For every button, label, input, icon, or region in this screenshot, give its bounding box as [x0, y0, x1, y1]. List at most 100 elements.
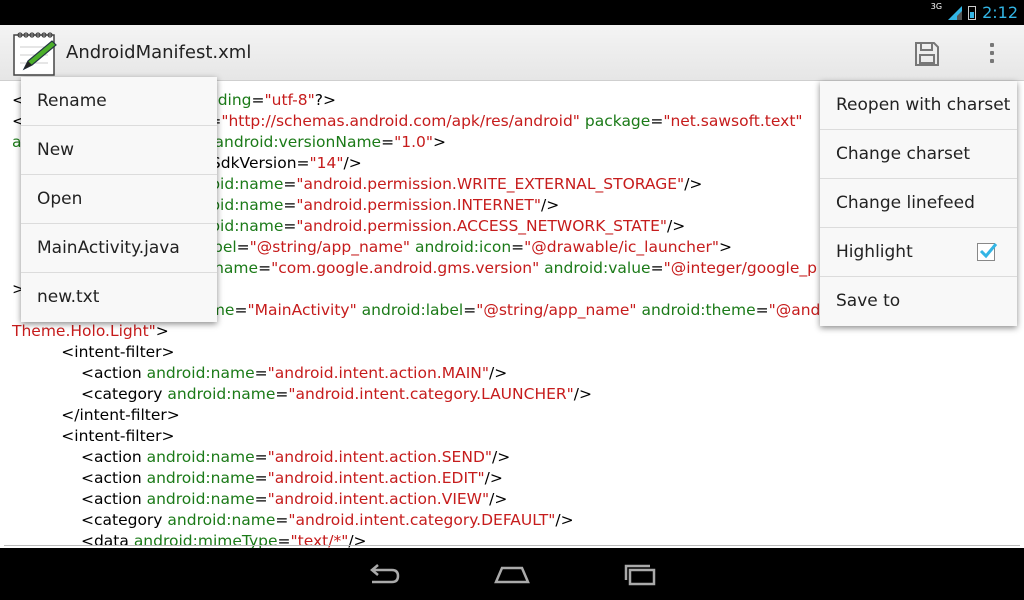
code-token: "android.permission.ACCESS_NETWORK_STATE… — [296, 217, 667, 235]
overflow-menu-icon[interactable] — [980, 39, 1004, 69]
code-token: <category — [12, 385, 168, 403]
code-token: oid:name — [210, 175, 284, 193]
code-token: "@string/app_name" — [249, 238, 411, 256]
code-token: = — [755, 301, 769, 319]
code-token: = — [463, 301, 477, 319]
navigation-bar — [0, 548, 1024, 600]
code-token: </intent-filter> — [12, 406, 180, 424]
code-token: /> — [489, 490, 508, 508]
code-token: "@drawable/ic_launcher" — [524, 238, 719, 256]
code-token: "android.intent.category.DEFAULT" — [288, 511, 556, 529]
code-line[interactable]: <intent-filter> — [12, 342, 820, 363]
back-icon[interactable] — [364, 562, 404, 588]
action-bar: AndroidManifest.xml — [0, 25, 1024, 81]
code-line[interactable]: Theme.Holo.Light"> — [12, 321, 820, 342]
code-token: = — [283, 217, 297, 235]
menu-item-new[interactable]: New — [21, 126, 217, 175]
code-token: ?> — [314, 91, 336, 109]
editor-divider — [4, 545, 1020, 546]
code-token: = — [275, 385, 289, 403]
menu-item-open[interactable]: Open — [21, 175, 217, 224]
code-token: android:value — [544, 259, 651, 277]
code-token: android:icon — [414, 238, 512, 256]
code-token: = — [650, 259, 664, 277]
code-token: package — [584, 112, 651, 130]
code-token: = — [234, 301, 248, 319]
code-token: "android.intent.category.LAUNCHER" — [288, 385, 574, 403]
signal-icon — [948, 5, 963, 20]
code-line[interactable]: <intent-filter> — [12, 426, 820, 447]
code-token: = — [236, 238, 250, 256]
code-token: "android.intent.action.MAIN" — [267, 364, 489, 382]
code-token: android:name — [167, 511, 276, 529]
code-token: /> — [343, 154, 362, 172]
code-token: ding — [217, 91, 252, 109]
floppy-disk-icon[interactable] — [912, 39, 942, 69]
menu-item-rename[interactable]: Rename — [21, 77, 217, 126]
home-icon[interactable] — [492, 562, 532, 588]
code-token: oid:name — [210, 196, 284, 214]
menu-item-recent-file[interactable]: new.txt — [21, 273, 217, 322]
code-token: android:theme — [641, 301, 756, 319]
code-token: SdkVersion — [210, 154, 297, 172]
code-token: /> — [484, 469, 503, 487]
code-token: = — [275, 511, 289, 529]
menu-item-recent-file[interactable]: MainActivity.java — [21, 224, 217, 273]
code-token: name — [214, 259, 259, 277]
code-token: = — [296, 154, 310, 172]
code-token: <action — [12, 364, 147, 382]
code-token: > — [155, 322, 169, 340]
recent-apps-icon[interactable] — [620, 562, 660, 588]
code-token: android:name — [146, 448, 255, 466]
code-token: /> — [684, 175, 703, 193]
code-token: "android.intent.action.VIEW" — [267, 490, 490, 508]
file-title: AndroidManifest.xml — [66, 42, 252, 63]
menu-item-save-to[interactable]: Save to — [820, 277, 1017, 326]
code-token: /> — [492, 448, 511, 466]
menu-item-change-linefeed[interactable]: Change linefeed — [820, 179, 1017, 228]
code-token: "http://schemas.android.com/apk/res/andr… — [221, 112, 580, 130]
highlight-checkbox[interactable] — [977, 243, 998, 261]
code-token: = — [511, 238, 525, 256]
code-line[interactable]: <category android:name="android.intent.c… — [12, 510, 820, 531]
code-token: > — [719, 238, 732, 256]
code-token: "net.sawsoft.text" — [663, 112, 803, 130]
notepad-pencil-icon[interactable] — [12, 31, 60, 77]
code-token: <intent-filter> — [12, 343, 175, 361]
code-token: = — [254, 448, 268, 466]
code-token: = — [251, 91, 265, 109]
code-line[interactable]: <action android:name="android.intent.act… — [12, 447, 820, 468]
menu-item-change-charset[interactable]: Change charset — [820, 130, 1017, 179]
code-token: "android.permission.WRITE_EXTERNAL_STORA… — [296, 175, 685, 193]
code-token: = — [650, 112, 664, 130]
code-line[interactable]: </intent-filter> — [12, 405, 820, 426]
code-token: <action — [12, 469, 147, 487]
battery-icon — [968, 5, 977, 20]
code-token: <action — [12, 448, 147, 466]
menu-item-highlight[interactable]: Highlight — [820, 228, 1017, 277]
code-token: "android.permission.INTERNET" — [296, 196, 542, 214]
code-token: = — [283, 196, 297, 214]
code-token: "@string/app_name" — [476, 301, 637, 319]
code-token: /> — [573, 385, 593, 403]
code-token: /> — [488, 364, 508, 382]
code-token: <intent-filter> — [12, 427, 175, 445]
code-token: /> — [667, 217, 686, 235]
code-line[interactable]: <action android:name="android.intent.act… — [12, 489, 820, 510]
code-line[interactable]: <action android:name="android.intent.act… — [12, 468, 820, 489]
code-line[interactable]: <category android:name="android.intent.c… — [12, 384, 820, 405]
code-token: "@integer/google_p — [663, 259, 817, 277]
code-token: "1.0" — [394, 133, 433, 151]
code-line[interactable]: <action android:name="android.intent.act… — [12, 363, 820, 384]
code-token: android:label — [361, 301, 464, 319]
code-token: android:name — [146, 469, 255, 487]
code-token: "@and — [768, 301, 821, 319]
code-token: "android.intent.action.EDIT" — [267, 469, 485, 487]
code-token: android:name — [146, 490, 255, 508]
code-token: "utf-8" — [264, 91, 315, 109]
code-token: android:name — [167, 385, 276, 403]
code-token: <category — [12, 511, 168, 529]
menu-item-reopen-charset[interactable]: Reopen with charset — [820, 81, 1017, 130]
status-icons: 3G 2:12 — [931, 0, 1018, 25]
code-token: Theme.Holo.Light" — [12, 322, 156, 340]
